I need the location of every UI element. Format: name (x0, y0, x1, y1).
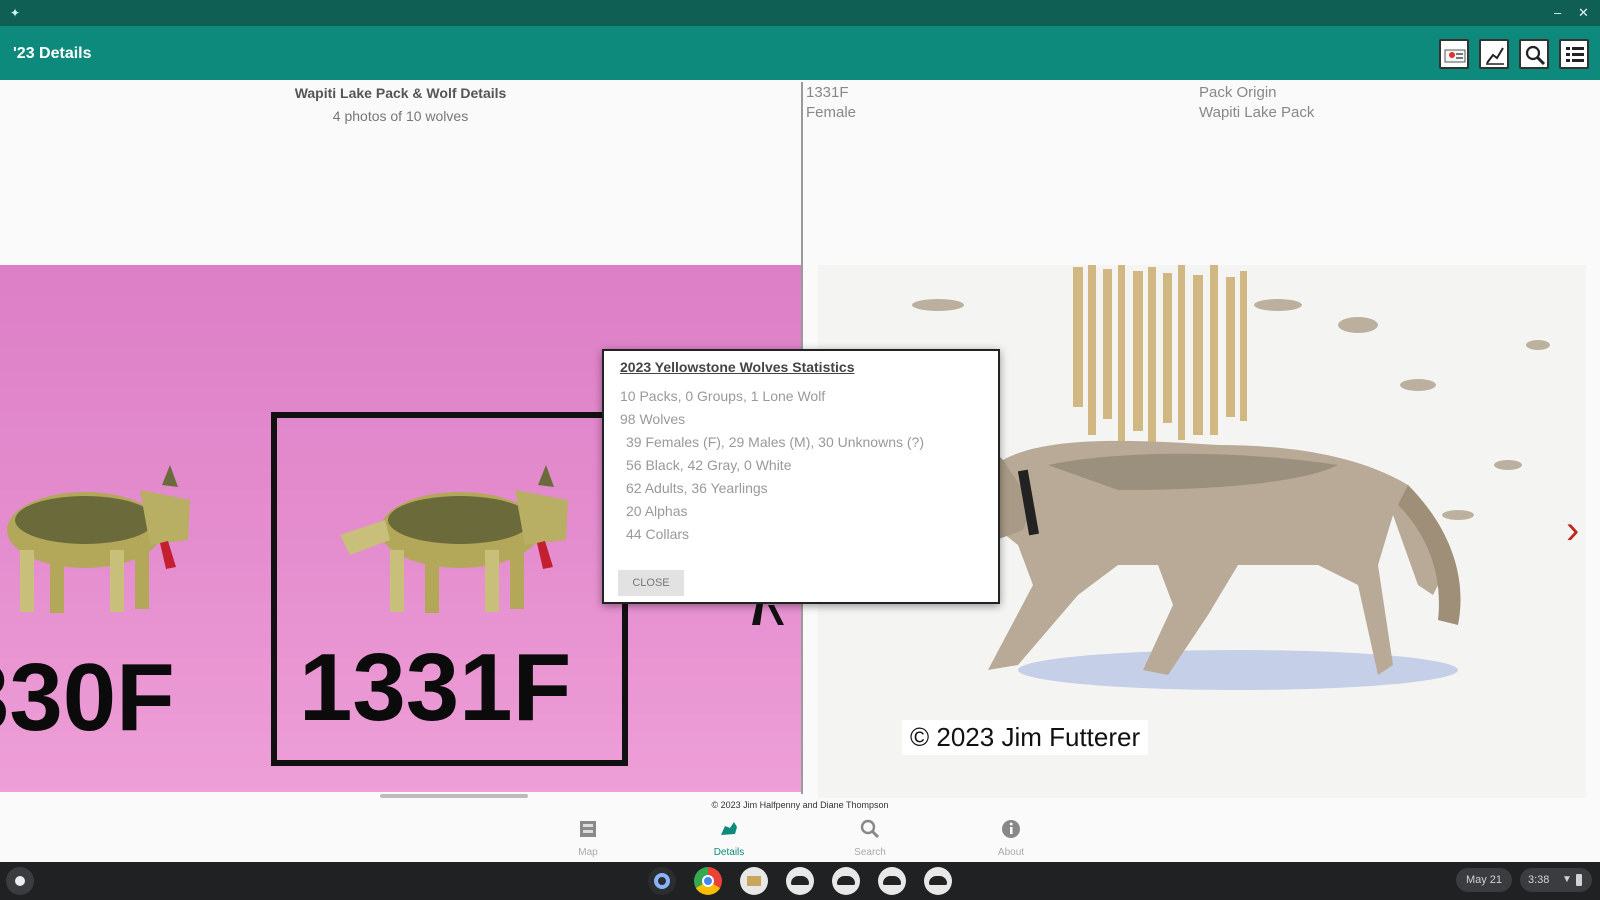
stat-line: 39 Females (F), 29 Males (M), 30 Unknown… (626, 434, 924, 450)
wolf-app-icon[interactable] (924, 867, 952, 895)
app-title: '23 Details (13, 45, 92, 62)
nav-map[interactable]: Map (543, 818, 633, 858)
map-pin-icon (1444, 49, 1466, 63)
chart-icon (1486, 47, 1504, 65)
stat-line: 98 Wolves (620, 411, 686, 427)
files-app-icon[interactable] (740, 867, 768, 895)
pack-origin-value: Wapiti Lake Pack (1199, 104, 1315, 121)
map-icon (580, 821, 596, 837)
system-tray[interactable]: 3:38 ▼ (1520, 868, 1592, 892)
wolf-card-label: 330F (0, 644, 175, 751)
wolf-app-icon[interactable] (832, 867, 860, 895)
chrome-browser-icon[interactable] (694, 867, 722, 895)
list-icon (1566, 47, 1584, 62)
system-title-bar: ✦ – ✕ (0, 0, 1600, 26)
photo-count-subtitle: 4 photos of 10 wolves (332, 108, 469, 124)
wifi-icon: ▼ (1562, 874, 1572, 885)
map-pin-tool-button[interactable] (1439, 39, 1469, 69)
carousel-scrollbar[interactable] (380, 794, 528, 798)
nav-details-label: Details (713, 847, 745, 858)
search-icon (1525, 45, 1546, 66)
wolf-sex-label: Female (806, 104, 857, 121)
nav-details[interactable]: Details (684, 818, 774, 858)
nav-search[interactable]: Search (825, 818, 915, 858)
stat-line: 10 Packs, 0 Groups, 1 Lone Wolf (620, 388, 826, 404)
chart-tool-button[interactable] (1479, 39, 1509, 69)
search-tool-button[interactable] (1519, 39, 1549, 69)
info-icon (1002, 820, 1020, 838)
wolf-icon (340, 465, 568, 613)
stat-line: 20 Alphas (626, 503, 688, 519)
photo-credit: © 2023 Jim Futterer (902, 720, 1149, 755)
pack-origin-label: Pack Origin (1199, 84, 1277, 101)
wolf-id-label: 1331F (806, 84, 849, 101)
footer-copyright: © 2023 Jim Halfpenny and Diane Thompson (711, 800, 889, 810)
stat-line: 62 Adults, 36 Yearlings (626, 480, 768, 496)
statistics-dialog: 2023 Yellowstone Wolves Statistics 10 Pa… (602, 349, 1000, 604)
nav-about[interactable]: About (966, 818, 1056, 858)
battery-icon (1576, 874, 1582, 886)
wolf-app-icon[interactable] (878, 867, 906, 895)
stat-line: 44 Collars (626, 526, 690, 542)
pin-icon[interactable]: ✦ (10, 6, 20, 20)
shelf-time: 3:38 (1528, 874, 1550, 886)
launcher-icon[interactable] (6, 867, 34, 895)
search-icon (860, 819, 880, 839)
wolf-app-icon[interactable] (786, 867, 814, 895)
dialog-title: 2023 Yellowstone Wolves Statistics (620, 359, 855, 375)
nav-about-label: About (997, 847, 1025, 858)
close-dialog-button[interactable]: CLOSE (618, 570, 684, 596)
app-bar: '23 Details (0, 26, 1600, 80)
wolf-card-label: 1331F (299, 634, 572, 741)
pack-details-title: Wapiti Lake Pack & Wolf Details (294, 85, 507, 101)
settings-gear-icon[interactable] (648, 867, 676, 895)
shelf-date[interactable]: May 21 (1456, 868, 1512, 892)
nav-map-label: Map (578, 847, 598, 858)
next-photo-arrow[interactable]: › (1566, 510, 1579, 550)
list-tool-button[interactable] (1559, 39, 1589, 69)
close-window-button[interactable]: ✕ (1578, 5, 1589, 21)
wolf-icon (7, 465, 190, 613)
minimize-button[interactable]: – (1554, 5, 1561, 20)
stat-line: 56 Black, 42 Gray, 0 White (626, 457, 792, 473)
nav-search-label: Search (854, 847, 886, 858)
wolf-icon (721, 822, 737, 835)
